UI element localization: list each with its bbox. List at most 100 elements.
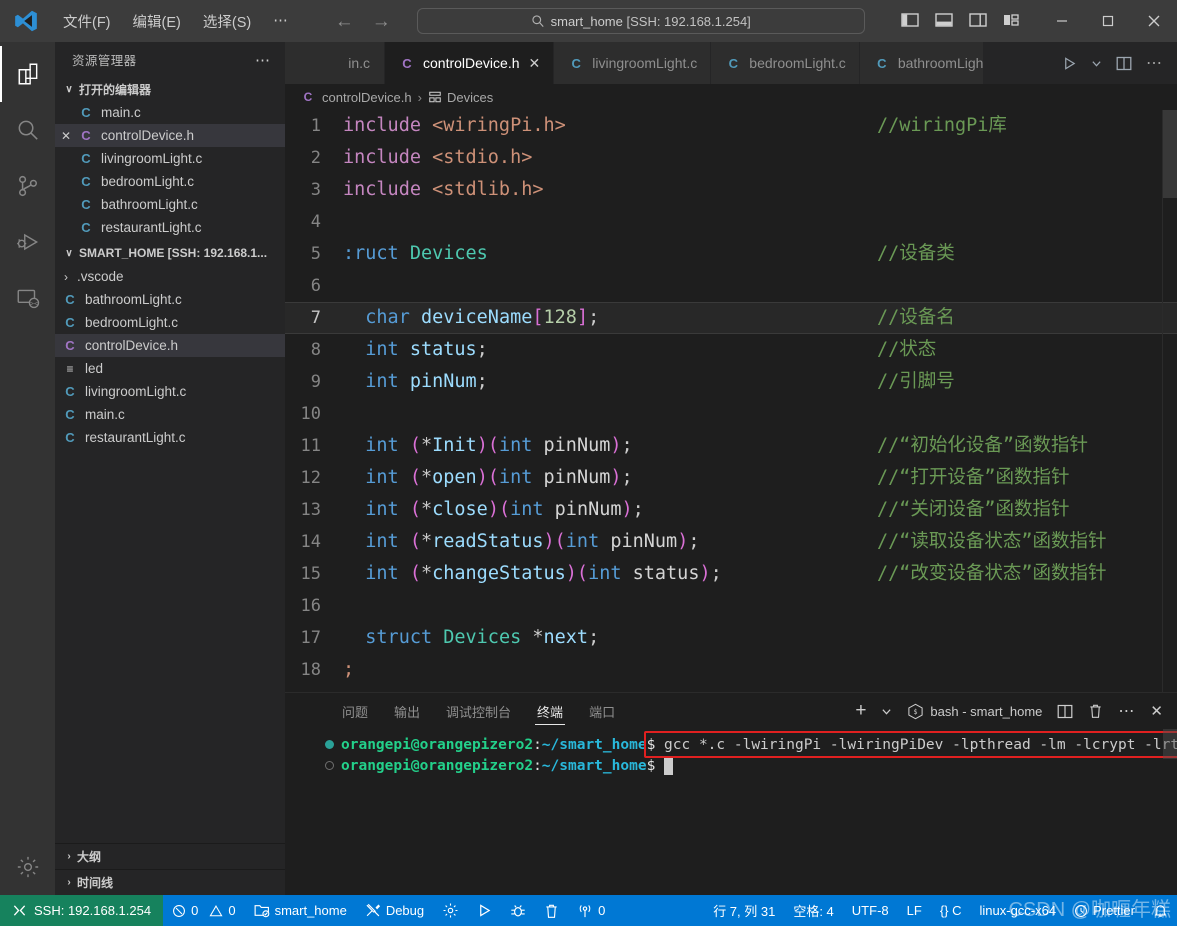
status-language-mode[interactable]: {} C bbox=[931, 895, 971, 926]
status-prettier[interactable]: Prettier bbox=[1065, 895, 1144, 926]
status-eol[interactable]: LF bbox=[898, 895, 931, 926]
tab-main-c[interactable]: in.c bbox=[285, 42, 385, 84]
panel-more-actions-icon[interactable]: ⋯ bbox=[1118, 701, 1135, 721]
toggle-primary-sidebar-icon[interactable] bbox=[901, 12, 919, 30]
status-remote-indicator[interactable]: SSH: 192.168.1.254 bbox=[0, 895, 164, 926]
panel-tab-problems[interactable]: 问题 bbox=[340, 693, 370, 729]
open-editor-bedroomlight-c[interactable]: C bedroomLight.c bbox=[55, 170, 285, 193]
menu-edit[interactable]: 编辑(E) bbox=[122, 7, 192, 36]
tree-item-restaurantlight-c[interactable]: C restaurantLight.c bbox=[55, 426, 285, 449]
back-arrow-icon[interactable]: ← bbox=[335, 12, 354, 31]
line-number: 8 bbox=[310, 340, 321, 360]
activity-explorer[interactable] bbox=[0, 46, 55, 102]
open-editor-controldevice-h[interactable]: ✕ C controlDevice.h bbox=[55, 124, 285, 147]
tree-item-main-c[interactable]: C main.c bbox=[55, 403, 285, 426]
tab-bedroomlight-c[interactable]: C bedroomLight.c bbox=[711, 42, 860, 84]
terminal-scrollbar-thumb[interactable] bbox=[1163, 729, 1177, 759]
run-icon[interactable] bbox=[1062, 56, 1077, 71]
activity-search[interactable] bbox=[0, 102, 55, 158]
command-center[interactable]: smart_home [SSH: 192.168.1.254] bbox=[416, 8, 865, 34]
editor-vertical-scrollbar[interactable] bbox=[1163, 110, 1177, 692]
window-close-button[interactable] bbox=[1131, 0, 1177, 42]
sidebar-more-actions-icon[interactable]: ⋯ bbox=[249, 51, 277, 69]
panel-tab-ports[interactable]: 端口 bbox=[587, 693, 617, 729]
toggle-secondary-sidebar-icon[interactable] bbox=[969, 12, 987, 30]
panel-close-icon[interactable]: ✕ bbox=[1150, 702, 1163, 720]
code-token: ; bbox=[621, 435, 633, 456]
toggle-panel-icon[interactable] bbox=[935, 12, 953, 30]
tab-bathroomlight-c[interactable]: C bathroomLigh bbox=[859, 42, 984, 84]
status-clean-build[interactable] bbox=[535, 895, 568, 926]
status-cursor-position[interactable]: 行 7, 列 31 bbox=[704, 895, 784, 926]
forward-arrow-icon[interactable]: → bbox=[372, 12, 391, 31]
tree-item-livingroomlight-c[interactable]: C livingroomLight.c bbox=[55, 380, 285, 403]
open-editor-main-c[interactable]: C main.c bbox=[55, 101, 285, 124]
status-problems[interactable]: 0 0 bbox=[163, 895, 244, 926]
kill-terminal-trash-icon[interactable] bbox=[1088, 703, 1103, 719]
tab-controldevice-h[interactable]: C controlDevice.h ✕ bbox=[385, 42, 555, 84]
terminal-dropdown-icon[interactable] bbox=[881, 706, 892, 717]
tree-item-led[interactable]: ≡ led bbox=[55, 357, 285, 380]
tree-item-controldevice-h[interactable]: C controlDevice.h bbox=[55, 334, 285, 357]
code-comment: //状态 bbox=[877, 339, 937, 360]
menu-file[interactable]: 文件(F) bbox=[52, 7, 122, 36]
code-token: int bbox=[365, 563, 399, 584]
tree-item-bedroomlight-c[interactable]: C bedroomLight.c bbox=[55, 311, 285, 334]
chevron-down-icon[interactable] bbox=[1091, 58, 1102, 69]
code-token: ) bbox=[487, 499, 499, 520]
section-timeline[interactable]: › 时间线 bbox=[55, 869, 285, 895]
code-token: * bbox=[420, 499, 433, 520]
tab-close-icon[interactable]: ✕ bbox=[529, 55, 541, 72]
line-number: 2 bbox=[310, 148, 321, 168]
code-line: 7 char deviceName[128]; //设备名 bbox=[285, 302, 1177, 334]
chevron-down-icon: ∨ bbox=[65, 83, 73, 95]
open-editor-restaurantlight-c[interactable]: C restaurantLight.c bbox=[55, 216, 285, 239]
status-notifications[interactable] bbox=[1144, 895, 1177, 926]
c-file-icon: C bbox=[728, 55, 738, 71]
breadcrumb-symbol[interactable]: Devices bbox=[428, 90, 493, 105]
close-icon[interactable]: ✕ bbox=[55, 129, 77, 143]
panel-tab-debug-console[interactable]: 调试控制台 bbox=[444, 693, 513, 729]
panel-tab-output[interactable]: 输出 bbox=[392, 693, 422, 729]
section-outline[interactable]: › 大纲 bbox=[55, 843, 285, 869]
panel-tab-terminal[interactable]: 终端 bbox=[535, 693, 566, 729]
status-run-build[interactable] bbox=[468, 895, 501, 926]
tree-item-bathroomlight-c[interactable]: C bathroomLight.c bbox=[55, 288, 285, 311]
tree-item-label: bedroomLight.c bbox=[85, 315, 179, 330]
window-minimize-button[interactable] bbox=[1039, 0, 1085, 42]
status-debug-config[interactable]: Debug bbox=[356, 895, 433, 926]
activity-settings-gear-icon[interactable] bbox=[0, 839, 55, 895]
scrollbar-thumb[interactable] bbox=[1163, 110, 1177, 198]
status-debug-build[interactable] bbox=[501, 895, 535, 926]
open-editor-bathroomlight-c[interactable]: C bathroomLight.c bbox=[55, 193, 285, 216]
status-settings-gear[interactable] bbox=[433, 895, 468, 926]
terminal-line: orangepi@orangepizero2: ~/smart_home $ gcc… bbox=[325, 735, 1177, 756]
menu-more[interactable]: ⋯ bbox=[262, 9, 299, 33]
terminal-shell-entry[interactable]: $ bash - smart_home bbox=[907, 703, 1042, 720]
split-editor-icon[interactable] bbox=[1116, 56, 1132, 71]
customize-layout-icon[interactable] bbox=[1003, 12, 1021, 30]
activity-remote-explorer[interactable]: >< bbox=[0, 270, 55, 326]
activity-run-and-debug[interactable] bbox=[0, 214, 55, 270]
status-encoding[interactable]: UTF-8 bbox=[843, 895, 898, 926]
status-workspace[interactable]: smart_home bbox=[245, 895, 356, 926]
new-terminal-icon[interactable]: + bbox=[855, 700, 866, 722]
tab-livingroomlight-c[interactable]: C livingroomLight.c bbox=[554, 42, 712, 84]
menu-selection[interactable]: 选择(S) bbox=[192, 7, 262, 36]
status-indentation[interactable]: 空格: 4 bbox=[784, 895, 842, 926]
tree-item-vscode-folder[interactable]: › .vscode bbox=[55, 265, 285, 288]
section-workspace[interactable]: ∨ SMART_HOME [SSH: 192.168.1... bbox=[55, 241, 285, 265]
code-editor[interactable]: 1 include <wiringPi.h> //wiringPi库 2 include… bbox=[285, 110, 1177, 692]
status-live-share[interactable]: 0 bbox=[568, 895, 614, 926]
section-open-editors[interactable]: ∨ 打开的编辑器 bbox=[55, 77, 285, 101]
breadcrumb-file[interactable]: C controlDevice.h bbox=[299, 90, 412, 105]
open-editor-livingroomlight-c[interactable]: C livingroomLight.c bbox=[55, 147, 285, 170]
split-terminal-icon[interactable] bbox=[1057, 704, 1073, 719]
activity-source-control[interactable] bbox=[0, 158, 55, 214]
terminal-output[interactable]: orangepi@orangepizero2: ~/smart_home $ gcc… bbox=[285, 729, 1177, 895]
more-actions-icon[interactable]: ⋯ bbox=[1146, 53, 1163, 73]
code-line: 11 int (*Init)(int pinNum);//“初始化设备”函数指针 bbox=[285, 430, 1177, 462]
code-lines[interactable]: 1 include <wiringPi.h> //wiringPi库 2 include… bbox=[285, 110, 1177, 692]
status-cpp-config[interactable]: linux-gcc-x64 bbox=[971, 895, 1066, 926]
window-maximize-button[interactable] bbox=[1085, 0, 1131, 42]
